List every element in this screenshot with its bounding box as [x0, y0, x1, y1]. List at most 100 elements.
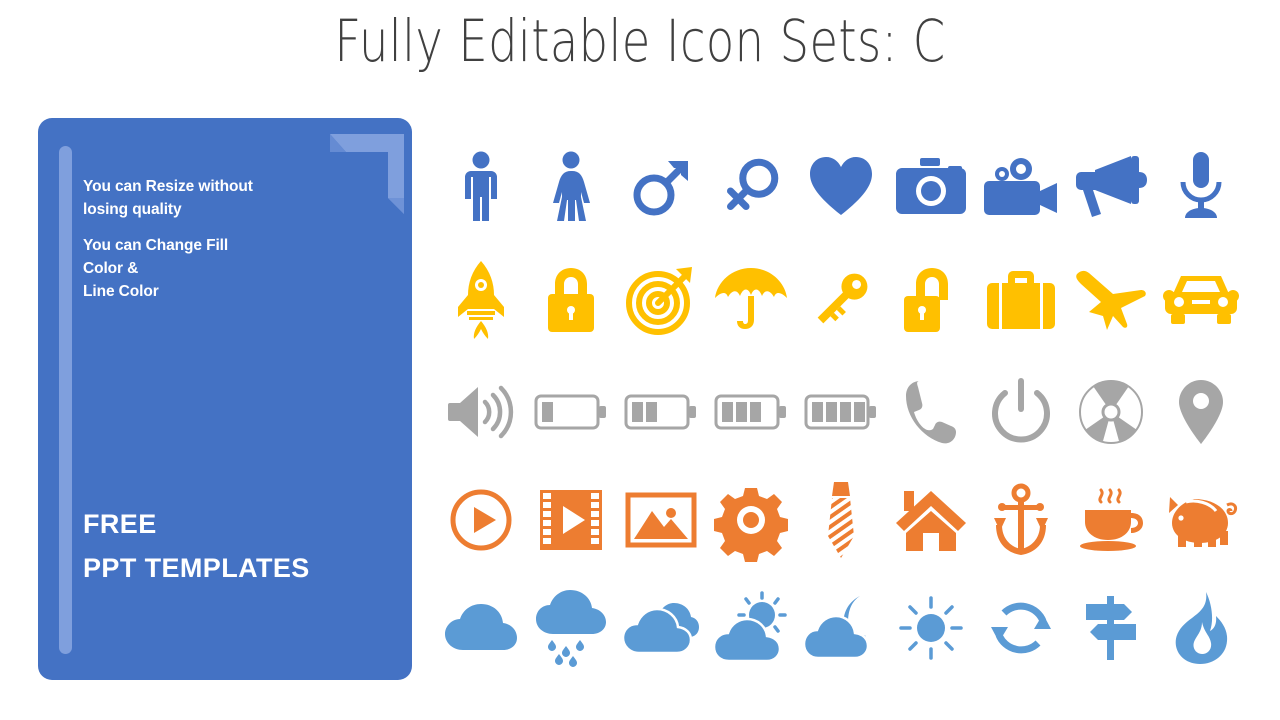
panel-description: You can Resize without losing quality Yo…	[83, 176, 373, 303]
film-strip-icon	[540, 490, 602, 550]
icon-cell-briefcase[interactable]	[976, 254, 1066, 346]
icon-cell-refresh[interactable]	[976, 582, 1066, 674]
icon-cell-female-symbol[interactable]	[706, 140, 796, 232]
icon-cell-gear[interactable]	[706, 474, 796, 566]
panel-line-4: Color &	[83, 259, 139, 277]
icon-cell-battery-high[interactable]	[706, 366, 796, 458]
camera-icon	[896, 158, 966, 214]
icon-cell-battery-full[interactable]	[796, 366, 886, 458]
icon-cell-umbrella[interactable]	[706, 254, 796, 346]
icon-cell-sun-cloud[interactable]	[706, 582, 796, 674]
icon-cell-moon-cloud[interactable]	[796, 582, 886, 674]
icon-cell-play-circle[interactable]	[436, 474, 526, 566]
icon-cell-cloud[interactable]	[436, 582, 526, 674]
panel-headline: FREE PPT TEMPLATES	[83, 503, 310, 590]
icon-cell-sun[interactable]	[886, 582, 976, 674]
male-symbol-icon	[633, 161, 688, 216]
radiation-icon	[1079, 380, 1143, 444]
icon-cell-power[interactable]	[976, 366, 1066, 458]
umbrella-icon	[715, 268, 787, 329]
icon-cell-battery-low[interactable]	[526, 366, 616, 458]
phone-icon	[906, 381, 956, 444]
moon-cloud-icon	[802, 596, 870, 660]
panel-line-5: Line Color	[83, 282, 159, 300]
battery-half-icon	[624, 394, 696, 430]
airplane-icon	[1076, 270, 1146, 330]
icon-cell-picture[interactable]	[616, 474, 706, 566]
icon-row-blue	[436, 140, 1246, 232]
megaphone-icon	[1076, 156, 1147, 217]
fire-icon	[1175, 592, 1228, 664]
icon-cell-fire[interactable]	[1156, 582, 1246, 674]
piggy-bank-icon	[1169, 497, 1237, 547]
icon-cell-signpost[interactable]	[1066, 582, 1156, 674]
icon-cell-film-strip[interactable]	[526, 474, 616, 566]
icon-cell-male-symbol[interactable]	[616, 140, 706, 232]
key-icon	[817, 273, 868, 324]
home-icon	[896, 491, 966, 551]
target-icon	[626, 267, 692, 335]
battery-low-icon	[534, 394, 606, 430]
icon-row-orange	[436, 474, 1246, 566]
lock-closed-icon	[548, 268, 594, 332]
cloud-icon	[445, 604, 517, 650]
necktie-icon	[828, 482, 854, 558]
icon-cell-airplane[interactable]	[1066, 254, 1156, 346]
panel-line-1: You can Resize without	[83, 178, 253, 195]
icon-cell-target[interactable]	[616, 254, 706, 346]
icon-row-yellow	[436, 254, 1246, 346]
panel-line-3: You can Change Fill	[83, 237, 229, 255]
icon-cell-anchor[interactable]	[976, 474, 1066, 566]
icon-cell-rain-cloud[interactable]	[526, 582, 616, 674]
info-panel: You can Resize without losing quality Yo…	[38, 118, 412, 680]
icon-cell-radiation[interactable]	[1066, 366, 1156, 458]
page-title: Fully Editable Icon Sets: C	[334, 7, 946, 75]
speaker-volume-icon	[448, 385, 514, 439]
panel-line-2: losing quality	[83, 200, 182, 218]
panel-accent-bar	[59, 146, 72, 654]
icon-cell-speaker-volume[interactable]	[436, 366, 526, 458]
battery-high-icon	[714, 394, 786, 430]
picture-icon	[625, 492, 697, 548]
icon-cell-woman[interactable]	[526, 140, 616, 232]
icon-cell-battery-half[interactable]	[616, 366, 706, 458]
icon-cell-piggy-bank[interactable]	[1156, 474, 1246, 566]
icon-cell-car[interactable]	[1156, 254, 1246, 346]
icon-cell-necktie[interactable]	[796, 474, 886, 566]
car-icon	[1163, 276, 1239, 324]
icon-cell-phone[interactable]	[886, 366, 976, 458]
icon-cell-video-camera[interactable]	[976, 140, 1066, 232]
power-icon	[992, 378, 1050, 443]
rocket-icon	[458, 261, 504, 339]
play-circle-icon	[450, 489, 512, 551]
icon-cell-lock-closed[interactable]	[526, 254, 616, 346]
icon-row-gray	[436, 366, 1246, 458]
icon-cell-key[interactable]	[796, 254, 886, 346]
lock-open-icon	[904, 268, 948, 332]
icon-cell-clouds[interactable]	[616, 582, 706, 674]
icon-cell-man[interactable]	[436, 140, 526, 232]
man-icon	[465, 151, 497, 221]
gear-icon	[714, 488, 788, 562]
icon-cell-lock-open[interactable]	[886, 254, 976, 346]
woman-icon	[553, 151, 590, 221]
icon-grid	[436, 140, 1246, 680]
icon-cell-coffee-cup[interactable]	[1066, 474, 1156, 566]
icon-cell-microphone[interactable]	[1156, 140, 1246, 232]
icon-cell-location-pin[interactable]	[1156, 366, 1246, 458]
location-pin-icon	[1179, 380, 1223, 444]
icon-cell-heart[interactable]	[796, 140, 886, 232]
rain-cloud-icon	[536, 590, 606, 667]
panel-headline-line-1: FREE	[83, 509, 157, 539]
sun-cloud-icon	[712, 591, 787, 663]
icon-cell-rocket[interactable]	[436, 254, 526, 346]
coffee-cup-icon	[1080, 488, 1143, 551]
battery-full-icon	[804, 394, 876, 430]
microphone-icon	[1180, 152, 1222, 218]
icon-cell-home[interactable]	[886, 474, 976, 566]
slide-canvas: Fully Editable Icon Sets: C You can Resi…	[0, 0, 1280, 720]
icon-cell-camera[interactable]	[886, 140, 976, 232]
female-symbol-icon	[726, 158, 779, 211]
icon-row-light-blue	[436, 582, 1246, 674]
icon-cell-megaphone[interactable]	[1066, 140, 1156, 232]
